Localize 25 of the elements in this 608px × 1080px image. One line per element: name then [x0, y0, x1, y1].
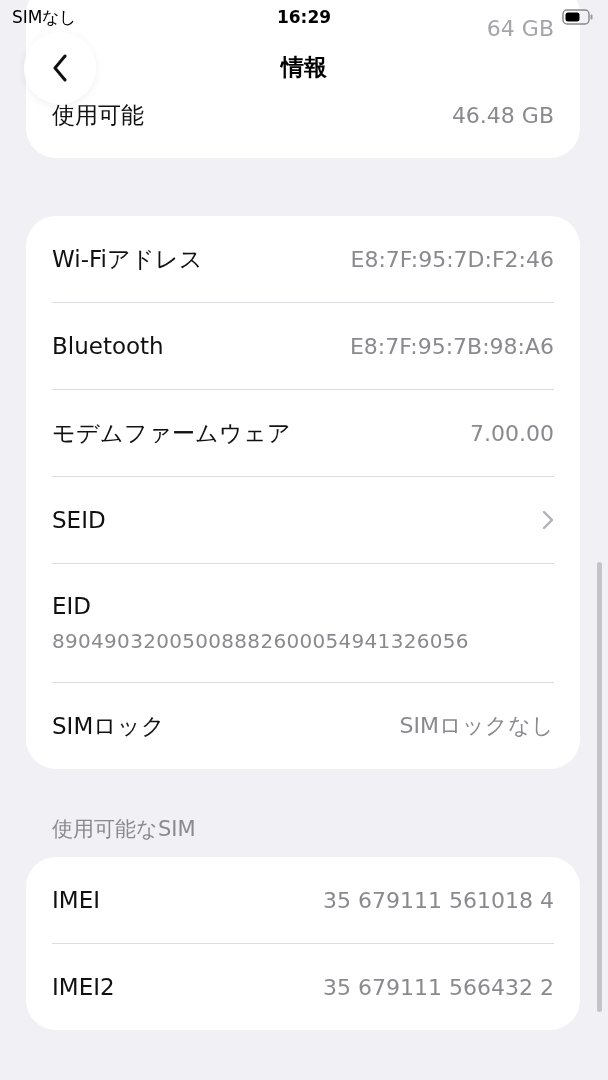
row-value: 35 679111 566432 2 — [323, 974, 554, 1000]
row-value: E8:7F:95:7D:F2:46 — [350, 246, 554, 272]
row-value: 64 GB — [486, 15, 554, 41]
row-label: IMEI — [52, 887, 100, 913]
back-icon — [52, 54, 68, 82]
row-label: 使用可能 — [52, 100, 144, 130]
chevron-right-icon[interactable] — [542, 510, 554, 530]
row-label: モデムファームウェア — [52, 418, 291, 448]
row-value: 89049032005008882600054941326056 — [52, 629, 470, 653]
row-value: E8:7F:95:7B:98:A6 — [349, 333, 554, 359]
carrier-text: SIMなし — [12, 5, 77, 29]
row-label: EID — [52, 593, 93, 619]
row-label: IMEI2 — [52, 974, 115, 1000]
battery-icon — [562, 9, 594, 25]
row-label: Bluetooth — [52, 333, 164, 359]
section-header: 使用可能なSIM — [52, 816, 197, 843]
row-label: Wi-Fiアドレス — [52, 244, 203, 274]
row-value: SIMロックなし — [399, 712, 554, 740]
row-value: 7.00.00 — [470, 420, 554, 446]
row-label[interactable]: SEID — [52, 507, 106, 533]
row-value: 46.48 GB — [451, 102, 554, 128]
page-title: 情報 — [281, 53, 327, 82]
row-value: 35 679111 561018 4 — [323, 887, 554, 913]
row-label: SIMロック — [52, 711, 166, 741]
time-text: 16:29 — [276, 7, 332, 27]
